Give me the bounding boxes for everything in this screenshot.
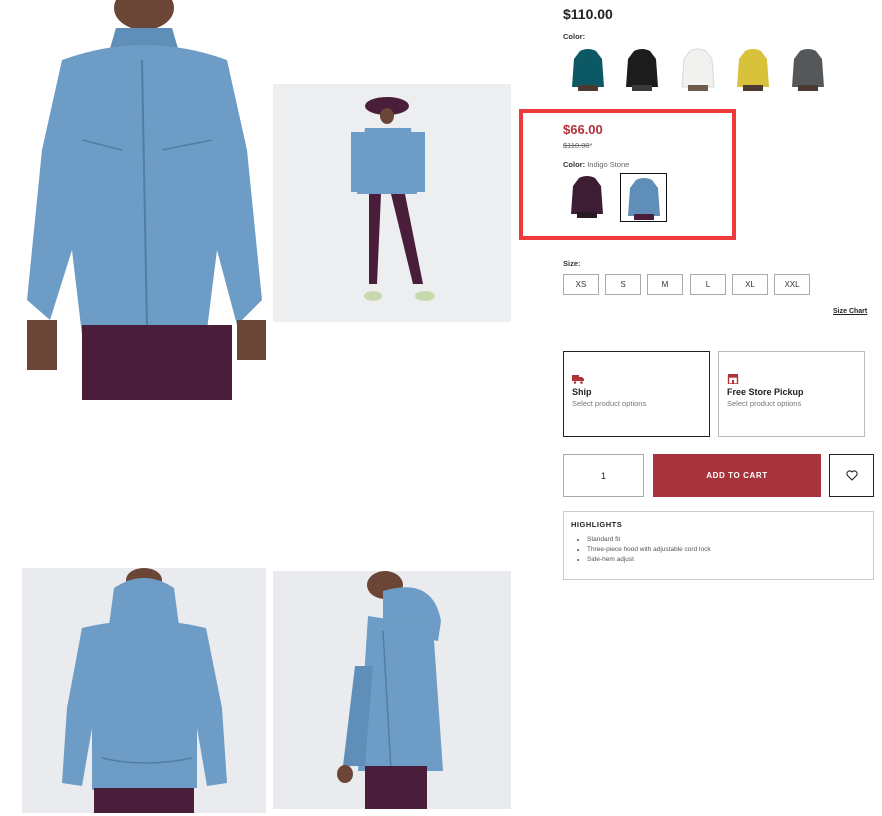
size-label: Size:	[563, 259, 581, 268]
quantity-input[interactable]: 1	[563, 454, 644, 497]
list-price: $110.00	[563, 6, 613, 22]
jacket-swatch-icon	[681, 48, 715, 91]
product-image-back[interactable]	[22, 568, 266, 813]
highlights-list: Standard fit Three-piece hood with adjus…	[571, 535, 866, 565]
store-pickup-option[interactable]: Free Store Pickup Select product options	[718, 351, 865, 437]
highlights-title: HIGHLIGHTS	[571, 520, 623, 529]
jacket-swatch-icon	[792, 49, 824, 91]
color-swatch-black[interactable]	[620, 46, 664, 92]
size-option-l[interactable]: L	[690, 274, 726, 295]
store-icon	[727, 374, 739, 384]
color-swatch-indigo-stone[interactable]	[620, 173, 667, 222]
size-chart-link[interactable]: Size Chart	[833, 308, 867, 315]
original-price-suffix: *	[589, 141, 593, 150]
add-to-cart-button[interactable]: ADD TO CART	[653, 454, 821, 497]
color-swatch-grey[interactable]	[786, 46, 830, 92]
original-price-value: $110.00	[563, 141, 590, 150]
product-image-model[interactable]	[273, 84, 511, 322]
sale-color-label-text: Color:	[563, 160, 586, 169]
size-option-m[interactable]: M	[647, 274, 683, 295]
size-option-xl[interactable]: XL	[732, 274, 768, 295]
pickup-title: Free Store Pickup	[727, 387, 804, 397]
product-image-front[interactable]	[22, 0, 266, 400]
jacket-swatch-icon	[737, 49, 769, 91]
color-swatch-teal[interactable]	[566, 46, 610, 92]
selected-color-name: Indigo Stone	[587, 160, 630, 169]
color-swatch-plum[interactable]	[565, 173, 609, 219]
jacket-front-photo	[22, 0, 266, 400]
highlight-item: Standard fit	[587, 535, 866, 545]
sale-price: $66.00	[563, 122, 603, 137]
highlight-item: Side-hem adjust	[587, 555, 866, 565]
jacket-swatch-icon	[627, 177, 660, 220]
size-option-xs[interactable]: XS	[563, 274, 599, 295]
ship-title: Ship	[572, 387, 592, 397]
pickup-subtitle: Select product options	[727, 399, 802, 408]
model-full-photo	[273, 84, 511, 322]
color-swatch-white[interactable]	[676, 46, 720, 92]
jacket-swatch-icon	[571, 176, 603, 218]
highlights-panel: HIGHLIGHTS Standard fit Three-piece hood…	[563, 511, 874, 580]
truck-icon	[572, 375, 584, 384]
jacket-swatch-icon	[572, 49, 604, 91]
product-image-side[interactable]	[273, 571, 511, 809]
wishlist-button[interactable]	[829, 454, 874, 497]
sale-color-label: Color: Indigo Stone	[563, 160, 629, 169]
color-label: Color:	[563, 32, 586, 41]
jacket-back-photo	[22, 568, 266, 813]
original-price: $110.00*	[563, 141, 592, 150]
highlight-item: Three-piece hood with adjustable cord lo…	[587, 545, 866, 555]
jacket-side-photo	[273, 571, 511, 809]
size-option-xxl[interactable]: XXL	[774, 274, 810, 295]
jacket-swatch-icon	[626, 49, 658, 91]
ship-option[interactable]: Ship Select product options	[563, 351, 710, 437]
ship-subtitle: Select product options	[572, 399, 647, 408]
heart-icon	[845, 470, 858, 481]
color-swatch-yellow[interactable]	[731, 46, 775, 92]
size-option-s[interactable]: S	[605, 274, 641, 295]
